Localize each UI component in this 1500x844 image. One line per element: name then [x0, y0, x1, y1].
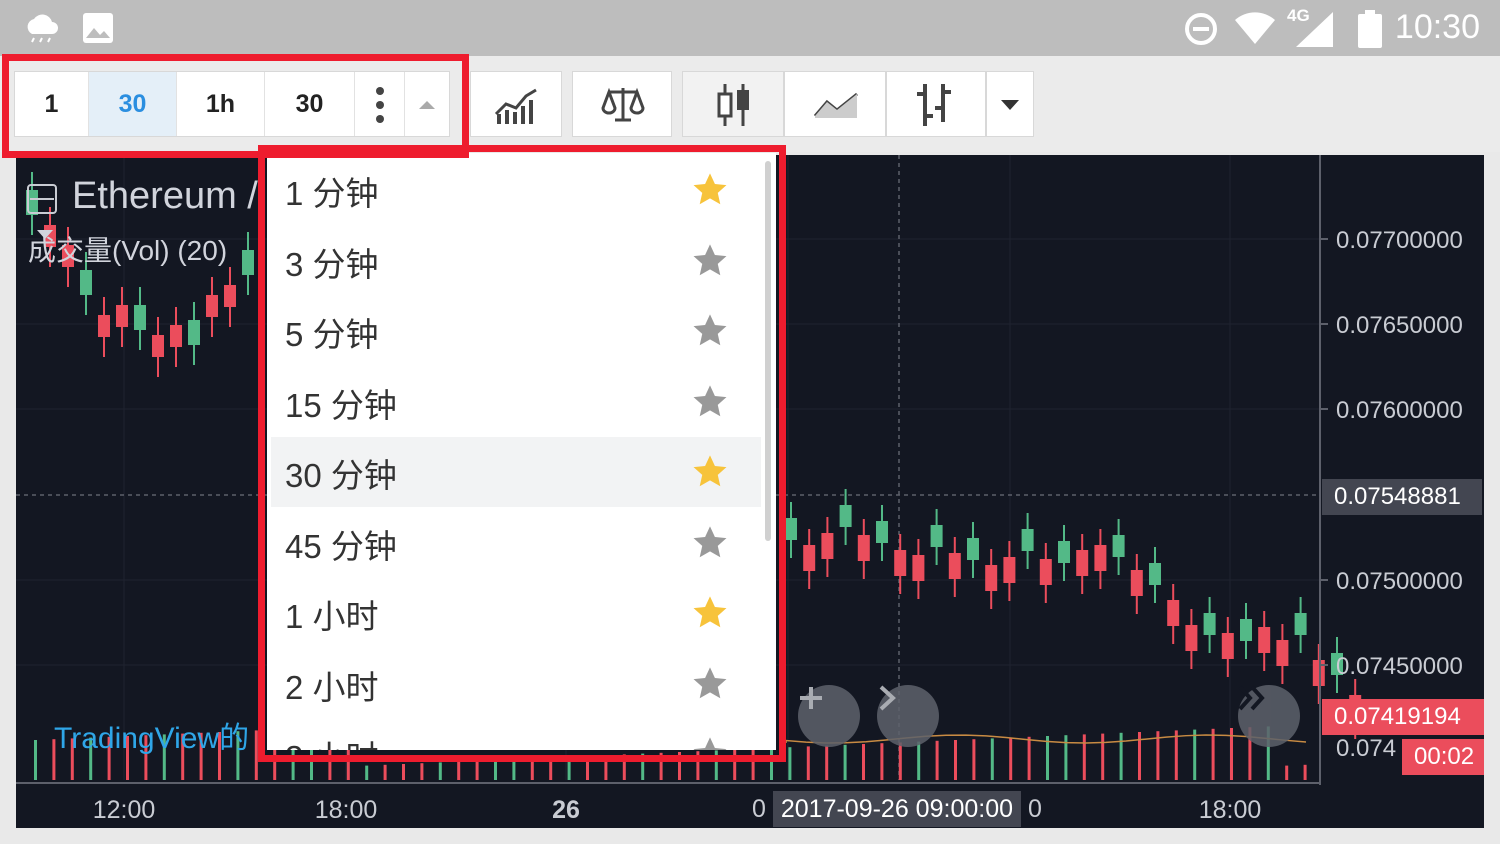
wifi-icon	[1235, 12, 1275, 44]
favorite-star-icon[interactable]	[691, 594, 729, 632]
interval-option[interactable]: 3 小时	[271, 719, 761, 750]
favorite-star-icon[interactable]	[691, 312, 729, 350]
interval-option[interactable]: 45 分钟	[271, 508, 761, 578]
interval-group: 1 30 1h 30	[14, 71, 450, 137]
chart-style-dropdown[interactable]	[986, 71, 1034, 137]
signal-icon	[1296, 12, 1333, 47]
collapse-up-icon	[419, 101, 435, 110]
status-bar: 4G 10:30	[0, 0, 1500, 56]
cloud-icon	[27, 14, 58, 43]
plus-icon	[800, 687, 822, 709]
legend-symbol[interactable]: Ethereum /	[27, 175, 258, 218]
image-icon	[83, 13, 113, 43]
favorite-star-icon[interactable]	[691, 383, 729, 421]
favorite-star-icon[interactable]	[691, 735, 729, 750]
dropdown-scrollbar[interactable]	[765, 161, 771, 541]
collapse-intervals-button[interactable]	[405, 72, 449, 136]
interval-option-label: 2 小时	[285, 668, 379, 706]
time-tick-label: 18:00	[1199, 796, 1262, 824]
price-tick-label: 0.07500000	[1336, 568, 1463, 595]
scroll-to-realtime-button[interactable]	[1238, 685, 1300, 747]
favorite-star-icon[interactable]	[691, 665, 729, 703]
interval-option-label: 3 小时	[285, 731, 379, 750]
price-tick-label: 0.07600000	[1336, 397, 1463, 424]
interval-option-label: 5 分钟	[285, 316, 379, 353]
zoom-in-button[interactable]	[798, 685, 860, 747]
interval-option-label: 45 分钟	[285, 527, 397, 565]
tradingview-watermark[interactable]: TradingView的	[54, 713, 249, 757]
chevron-down-icon[interactable]	[36, 229, 54, 241]
interval-option-label: 1 小时	[285, 598, 379, 635]
candles-icon	[717, 84, 749, 126]
line-chart-icon	[813, 92, 858, 118]
chevron-down-icon	[1001, 100, 1019, 110]
interval-option[interactable]: 3 分钟	[271, 226, 761, 296]
legend-volume[interactable]: 成交量(Vol) (20)	[28, 229, 227, 269]
chevron-right-icon	[879, 685, 896, 711]
double-chevron-right-icon	[1238, 685, 1265, 711]
partial-price-label: 0.074	[1336, 735, 1397, 762]
chart-toolbar: 1 30 1h 30	[0, 56, 1500, 152]
interval-30[interactable]: 30	[265, 72, 355, 136]
scroll-right-button[interactable]	[877, 685, 939, 747]
time-tick-label: 18:00	[315, 796, 378, 824]
crosshair-time-text: 2017-09-26 09:00:00	[772, 791, 1022, 827]
price-tick-label: 0.07650000	[1336, 312, 1463, 339]
favorite-star-icon[interactable]	[691, 524, 729, 562]
interval-dropdown[interactable]: 1 分钟 3 分钟 5 分钟 15 分钟 30 分钟 45 分钟 1 小时 2 小时 3 小时	[267, 153, 776, 750]
candles-style-button[interactable]	[682, 71, 784, 137]
interval-option-label: 3 分钟	[285, 245, 379, 283]
interval-30-active[interactable]: 30	[89, 72, 177, 136]
clock: 10:30	[1394, 8, 1480, 46]
interval-option-label: 15 分钟	[285, 386, 397, 424]
more-intervals-button[interactable]	[355, 72, 405, 136]
favorite-star-icon[interactable]	[691, 242, 729, 280]
last-price-label: 0.07419194	[1322, 699, 1484, 735]
indicators-icon	[494, 88, 537, 124]
bars-style-button[interactable]	[886, 71, 986, 137]
legend-volume-text: 成交量(Vol) (20)	[28, 235, 228, 266]
price-tick-label: 0.07450000	[1336, 653, 1463, 680]
price-tick-label: 0.07700000	[1336, 227, 1463, 254]
time-partial-left: 0	[752, 795, 766, 823]
favorite-star-icon[interactable]	[691, 171, 729, 209]
interval-option[interactable]: 1 分钟	[271, 155, 761, 225]
compare-button[interactable]	[572, 71, 672, 137]
favorite-star-icon[interactable]	[691, 453, 729, 491]
interval-option[interactable]: 2 小时	[271, 649, 761, 719]
interval-option-label: 30 分钟	[285, 457, 397, 494]
compare-icon	[601, 87, 645, 122]
time-tick-label: 12:00	[93, 796, 156, 824]
interval-1[interactable]: 1	[15, 72, 89, 136]
battery-icon	[1358, 10, 1382, 48]
time-tick-label: 26	[552, 796, 580, 824]
interval-option[interactable]: 15 分钟	[271, 367, 761, 437]
interval-1h[interactable]: 1h	[177, 72, 265, 136]
collapse-legend-icon[interactable]	[26, 183, 58, 215]
interval-option-label: 1 分钟	[285, 175, 379, 212]
time-partial-right: 0	[1027, 795, 1042, 823]
countdown-label: 00:02	[1402, 739, 1484, 775]
legend-title-text: Ethereum /	[72, 175, 258, 217]
interval-option[interactable]: 30 分钟	[271, 437, 761, 507]
more-vert-icon	[375, 87, 384, 124]
bars-icon	[917, 84, 951, 126]
interval-option[interactable]: 1 小时	[271, 578, 761, 648]
indicators-button[interactable]	[470, 71, 562, 137]
crosshair-time-label: 0 2017-09-26 09:00:00 0	[752, 791, 1042, 827]
line-style-button[interactable]	[784, 71, 886, 137]
dnd-icon	[1185, 13, 1217, 45]
interval-option[interactable]: 5 分钟	[271, 296, 761, 366]
current-price-label: 0.07548881	[1322, 479, 1482, 515]
